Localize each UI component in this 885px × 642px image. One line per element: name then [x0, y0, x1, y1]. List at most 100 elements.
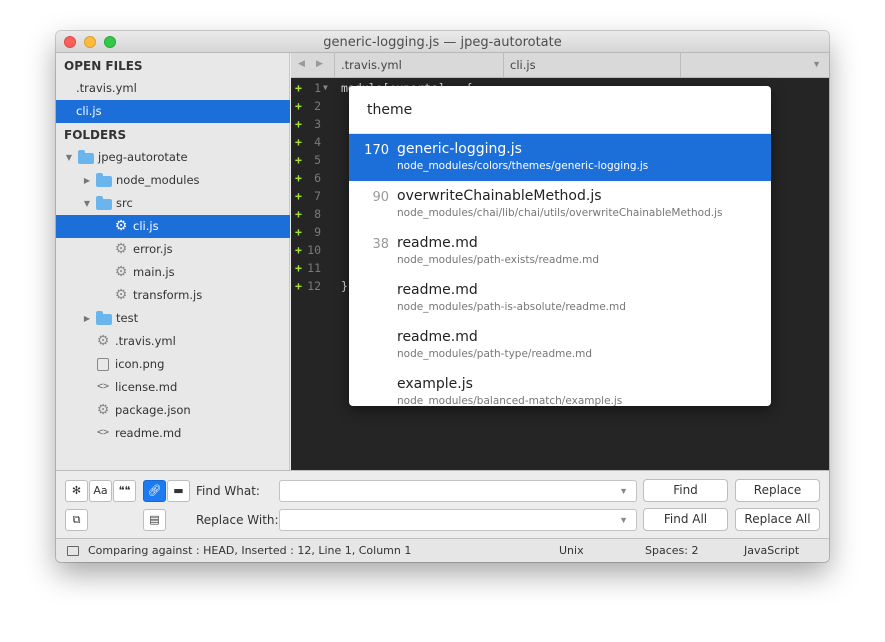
line-number: 11 [307, 261, 321, 275]
open-file-item[interactable]: .travis.yml [56, 77, 290, 100]
goto-result-selected[interactable]: 170 generic-logging.js node_modules/colors… [349, 134, 771, 181]
link-icon: 🔗︎ [147, 484, 162, 497]
folder-icon [96, 311, 112, 325]
folder-icon [96, 196, 112, 210]
panel-toggle-icon[interactable] [67, 546, 79, 556]
goto-anything-popup: theme 170 generic-logging.js node_modules/… [349, 86, 771, 406]
gear-icon: ⚙ [96, 333, 110, 349]
gutter-line: +11 [291, 259, 341, 277]
folder-icon [96, 173, 112, 187]
tree-item-transform-js[interactable]: ⚙ transform.js [56, 284, 290, 307]
find-all-button[interactable]: Find All [643, 508, 728, 531]
tree-item-node-modules[interactable]: ▶ node_modules [56, 169, 290, 192]
syntax-indicator[interactable]: JavaScript [744, 544, 799, 557]
tab-back-icon[interactable]: ◀ [298, 58, 305, 69]
open-file-label: .travis.yml [76, 81, 137, 95]
regex-toggle-button[interactable]: ✻ [65, 480, 88, 502]
tab-list-dropdown-icon[interactable]: ▼ [812, 59, 821, 69]
goto-query-input[interactable]: theme [367, 102, 412, 118]
copy-icon: ⧉ [72, 513, 81, 526]
code-icon: <> [96, 427, 110, 438]
goto-result[interactable]: readme.md node_modules/path-is-absolute/r… [349, 275, 771, 322]
tree-item-label: readme.md [115, 426, 182, 440]
tree-item-icon-png[interactable]: icon.png [56, 353, 290, 376]
disclosure-expanded-icon[interactable]: ▼ [82, 192, 92, 215]
tree-item-label: error.js [133, 242, 173, 256]
gutter-line: +8 [291, 205, 341, 223]
tree-item-readme-md[interactable]: <> readme.md [56, 422, 290, 445]
preserve-case-toggle-button[interactable]: ⧉ [65, 509, 88, 531]
find-what-input[interactable]: ▼ [279, 480, 637, 502]
line-number: 4 [314, 135, 321, 149]
disclosure-expanded-icon[interactable]: ▼ [64, 146, 74, 169]
goto-result[interactable]: example.js node_modules/balanced-match/ex… [349, 369, 771, 406]
sidebar: OPEN FILES .travis.yml cli.js FOLDERS ▼ … [56, 53, 290, 470]
gutter-line: +9 [291, 223, 341, 241]
tree-item-jpeg-autorotate[interactable]: ▼ jpeg-autorotate [56, 146, 290, 169]
tree-item-license-md[interactable]: <> license.md [56, 376, 290, 399]
find-button[interactable]: Find [643, 479, 728, 502]
image-icon [97, 358, 109, 371]
replace-button[interactable]: Replace [735, 479, 820, 502]
open-file-label: cli.js [76, 104, 102, 118]
gutter-line: +2 [291, 97, 341, 115]
tab-forward-icon[interactable]: ▶ [316, 58, 323, 69]
status-message: Comparing against : HEAD, Inserted : 12,… [88, 544, 412, 557]
tree-item-travis-yml[interactable]: ⚙ .travis.yml [56, 330, 290, 353]
tree-item-label: package.json [115, 403, 191, 417]
case-sensitive-toggle-button[interactable]: Aa [89, 480, 112, 502]
goto-result[interactable]: 90 overwriteChainableMethod.js node_module… [349, 181, 771, 228]
indentation-indicator[interactable]: Spaces: 2 [645, 544, 698, 557]
line-number: 2 [314, 99, 321, 113]
code-icon: <> [96, 381, 110, 392]
result-path: node_modules/balanced-match/example.js [397, 395, 623, 406]
selection-icon: ▬ [173, 484, 184, 497]
result-path: node_modules/chai/lib/chai/utils/overwri… [397, 207, 723, 219]
line-endings-indicator[interactable]: Unix [559, 544, 584, 557]
line-number: 1 [314, 81, 321, 95]
chevron-down-icon[interactable]: ▼ [619, 515, 628, 525]
tree-item-label: node_modules [116, 173, 200, 187]
line-number: 10 [307, 243, 321, 257]
tree-item-label: .travis.yml [115, 334, 176, 348]
title-bar: generic-logging.js — jpeg-autorotate [56, 31, 829, 53]
folders-heading: FOLDERS [64, 128, 127, 142]
result-filename: readme.md [397, 235, 478, 251]
open-file-item-selected[interactable]: cli.js [56, 100, 290, 123]
chevron-down-icon[interactable]: ▼ [619, 486, 628, 496]
line-number: 5 [314, 153, 321, 167]
disclosure-collapsed-icon[interactable]: ▶ [82, 169, 92, 192]
tree-item-main-js[interactable]: ⚙ main.js [56, 261, 290, 284]
result-score: 38 [372, 237, 389, 252]
whole-word-toggle-button[interactable]: ❝❝ [113, 480, 136, 502]
tree-item-error-js[interactable]: ⚙ error.js [56, 238, 290, 261]
replace-with-label: Replace With: [196, 513, 279, 527]
disclosure-collapsed-icon[interactable]: ▶ [82, 307, 92, 330]
in-selection-toggle-button[interactable]: ▬ [167, 480, 190, 502]
tree-item-label: test [116, 311, 139, 325]
gutter-line: +7 [291, 187, 341, 205]
result-filename: example.js [397, 376, 473, 392]
result-filename: readme.md [397, 282, 478, 298]
tree-item-package-json[interactable]: ⚙ package.json [56, 399, 290, 422]
gear-icon: ⚙ [114, 218, 128, 234]
tab-cli-js[interactable]: cli.js [503, 53, 680, 77]
line-number: 3 [314, 117, 321, 131]
fold-icon[interactable]: ▼ [323, 79, 328, 97]
goto-result[interactable]: readme.md node_modules/path-type/readme.m… [349, 322, 771, 369]
highlight-matches-toggle-button[interactable]: ▤ [143, 509, 166, 531]
gutter-line: +12 [291, 277, 341, 295]
replace-with-input[interactable]: ▼ [279, 509, 637, 531]
replace-all-button[interactable]: Replace All [735, 508, 820, 531]
goto-result[interactable]: 38 readme.md node_modules/path-exists/read… [349, 228, 771, 275]
result-filename: overwriteChainableMethod.js [397, 188, 602, 204]
tree-item-src[interactable]: ▼ src [56, 192, 290, 215]
tree-item-cli-js[interactable]: ⚙ cli.js [56, 215, 290, 238]
tree-item-test[interactable]: ▶ test [56, 307, 290, 330]
tab-travis-yml[interactable]: .travis.yml [334, 53, 503, 77]
folder-icon [78, 150, 94, 164]
wrap-toggle-button[interactable]: 🔗︎ [143, 480, 166, 502]
gutter-line: +6 [291, 169, 341, 187]
line-number: 12 [307, 279, 321, 293]
tab-empty [680, 53, 829, 77]
